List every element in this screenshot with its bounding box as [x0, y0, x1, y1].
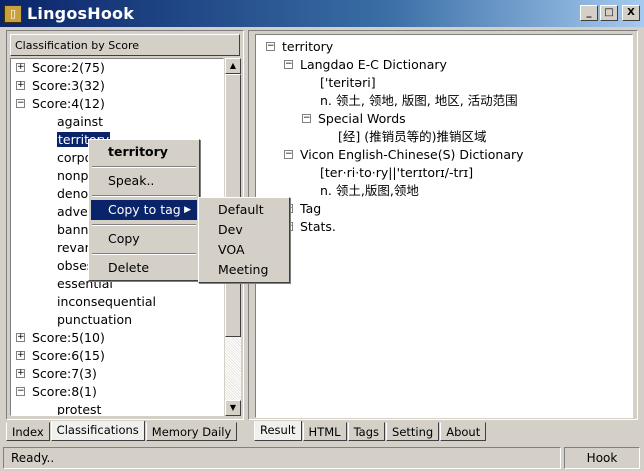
maximize-button[interactable]: □ [600, 5, 618, 21]
tab-html[interactable]: HTML [302, 422, 347, 441]
menu-header[interactable]: territory [91, 142, 168, 162]
word-item[interactable]: inconsequential [57, 293, 156, 311]
scroll-down-icon[interactable]: ▼ [225, 400, 241, 416]
menu-separator [92, 253, 196, 255]
collapse-icon[interactable]: − [284, 150, 293, 159]
menu-separator [92, 195, 196, 197]
result-node-dictionary[interactable]: − Vicon English-Chinese(S) Dictionary [284, 146, 524, 164]
tab-result[interactable]: Result [254, 421, 302, 441]
classification-header[interactable]: Classification by Score [10, 34, 240, 56]
expand-icon[interactable]: + [16, 81, 25, 90]
status-text: Ready.. [3, 447, 561, 469]
collapse-icon[interactable]: − [16, 99, 25, 108]
menu-separator [92, 224, 196, 226]
expand-icon[interactable]: + [16, 369, 25, 378]
tree-node-score-7[interactable]: + Score:7(3) [16, 365, 97, 383]
expand-icon[interactable]: + [16, 351, 25, 360]
collapse-icon[interactable]: − [266, 42, 275, 51]
tree-node-score-2[interactable]: + Score:2(75) [16, 59, 105, 77]
menu-separator [92, 166, 196, 168]
collapse-icon[interactable]: − [16, 387, 25, 396]
menu-item-speak[interactable]: Speak.. [91, 171, 154, 191]
close-button[interactable]: X [622, 5, 640, 21]
phonetic-text: [ter·ri·to·ry||'terɪtorɪ/-trɪ] [320, 165, 474, 180]
tree-node-score-5[interactable]: + Score:5(10) [16, 329, 105, 347]
app-icon: ▯ [4, 4, 22, 23]
tree-node-score-6[interactable]: + Score:6(15) [16, 347, 105, 365]
left-tabs: Index Classifications Memory Daily [6, 421, 238, 441]
scroll-up-icon[interactable]: ▲ [225, 58, 241, 74]
tab-about[interactable]: About [440, 422, 487, 441]
collapse-icon[interactable]: − [284, 60, 293, 69]
result-node-dictionary[interactable]: − Langdao E-C Dictionary [284, 56, 447, 74]
collapse-icon[interactable]: − [302, 114, 311, 123]
expand-icon[interactable]: + [16, 333, 25, 342]
word-item[interactable]: against [57, 113, 103, 131]
tab-classifications[interactable]: Classifications [50, 421, 145, 441]
result-tree[interactable]: − territory − Langdao E-C Dictionary ['ter… [255, 34, 633, 418]
result-node-special-words[interactable]: − Special Words [302, 110, 406, 128]
tree-node-score-4[interactable]: − Score:4(12) [16, 95, 105, 113]
menu-item-delete[interactable]: Delete [91, 258, 149, 278]
tab-setting[interactable]: Setting [386, 422, 440, 441]
word-item[interactable]: corpo [57, 149, 92, 167]
context-menu: territory Speak.. Copy to tag ▶ Copy Dele… [88, 139, 200, 281]
definition-text: n. 领土,版图,领地 [320, 183, 419, 198]
hook-status[interactable]: Hook [564, 447, 640, 469]
window-controls: _ □ X [580, 5, 640, 21]
minimize-button[interactable]: _ [580, 5, 598, 21]
special-word-text: [经] (推销员等的)推销区域 [338, 129, 487, 144]
menu-item-copy-to-tag[interactable]: Copy to tag ▶ [91, 200, 197, 220]
tab-index[interactable]: Index [6, 422, 50, 441]
definition-text: n. 领土, 领地, 版图, 地区, 活动范围 [320, 93, 518, 108]
phonetic-text: ['teritəri] [320, 75, 376, 90]
tree-node-score-8[interactable]: − Score:8(1) [16, 383, 97, 401]
tab-tags[interactable]: Tags [347, 422, 386, 441]
result-panel: − territory − Langdao E-C Dictionary ['ter… [248, 30, 638, 420]
tab-memory-daily[interactable]: Memory Daily [145, 422, 238, 441]
right-tabs: Result HTML Tags Setting About [254, 421, 487, 441]
status-bar: Ready.. Hook [0, 446, 644, 471]
tree-node-score-3[interactable]: + Score:3(32) [16, 77, 105, 95]
submenu-arrow-icon: ▶ [184, 205, 191, 215]
window-title: LingosHook [27, 4, 135, 23]
submenu-item-meeting[interactable]: Meeting [201, 260, 268, 280]
result-node-word[interactable]: − territory [266, 38, 333, 56]
submenu-item-voa[interactable]: VOA [201, 240, 245, 260]
submenu-item-dev[interactable]: Dev [201, 220, 243, 240]
tag-submenu: Default Dev VOA Meeting [198, 197, 290, 283]
result-node-stats[interactable]: +Stats. [284, 218, 336, 236]
title-bar[interactable]: ▯ LingosHook _ □ X [0, 0, 644, 27]
word-item[interactable]: punctuation [57, 311, 132, 329]
expand-icon[interactable]: + [16, 63, 25, 72]
submenu-item-default[interactable]: Default [201, 200, 264, 220]
menu-item-copy[interactable]: Copy [91, 229, 140, 249]
word-item[interactable]: protest [57, 401, 101, 415]
